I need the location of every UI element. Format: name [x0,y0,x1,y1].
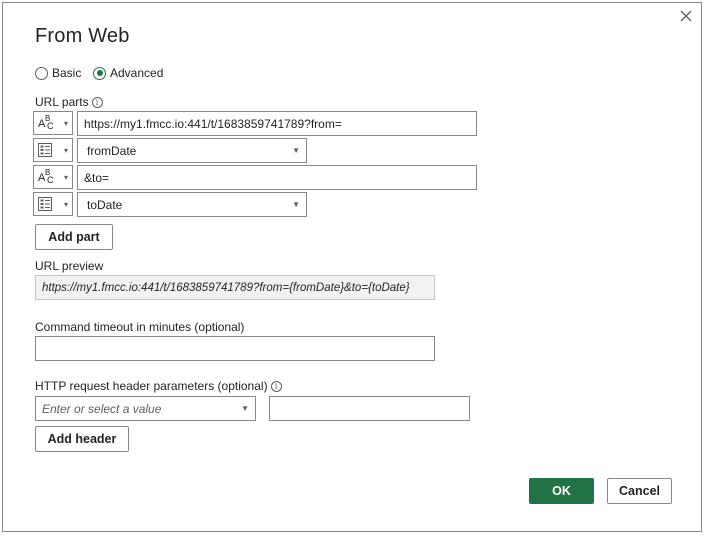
parameter-type-icon [38,197,52,211]
info-icon[interactable]: i [91,97,103,108]
header-value-input[interactable] [269,396,470,421]
chevron-down-icon: ▼ [292,200,300,209]
chevron-down-icon: ▼ [292,146,300,155]
url-part-param-select-2[interactable]: fromDate ▼ [77,138,307,163]
url-part-text-1[interactable]: https://my1.fmcc.io:441/t/1683859741789?… [77,111,477,136]
add-header-button[interactable]: Add header [35,426,129,452]
url-part-value-3: &to= [84,170,110,185]
url-part-value-2: fromDate [87,143,137,158]
chevron-down-icon: ▾ [63,145,68,155]
http-headers-label: HTTP request header parameters (optional… [35,379,268,393]
url-part-value-1: https://my1.fmcc.io:441/t/1683859741789?… [84,116,342,131]
close-icon[interactable] [679,9,695,25]
parameter-type-icon [38,143,52,157]
radio-basic-label: Basic [52,66,82,80]
url-part-text-3[interactable]: &to= [77,165,477,190]
info-icon[interactable]: i [270,381,282,392]
radio-advanced-circle[interactable] [93,66,106,80]
from-web-dialog: From Web Basic Advanced URL parts i A B C… [2,2,702,532]
radio-basic[interactable]: Basic [35,66,81,80]
url-preview-label: URL preview [35,259,104,273]
part-type-dropdown-2[interactable]: ▾ [33,138,73,162]
text-type-icon: A B C [38,168,54,185]
timeout-input[interactable] [35,336,435,361]
part-type-dropdown-1[interactable]: A B C ▾ [33,111,73,135]
radio-advanced-label: Advanced [110,66,164,80]
http-headers-heading: HTTP request header parameters (optional… [35,379,282,393]
chevron-down-icon: ▾ [63,199,68,209]
radio-basic-circle[interactable] [35,66,48,80]
add-part-button[interactable]: Add part [35,224,113,250]
timeout-label: Command timeout in minutes (optional) [35,320,245,334]
url-preview-value: https://my1.fmcc.io:441/t/1683859741789?… [35,275,435,300]
url-part-value-4: toDate [87,197,123,212]
url-parts-label: URL parts [35,95,89,109]
text-type-icon: A B C [38,114,54,131]
part-type-dropdown-4[interactable]: ▾ [33,192,73,216]
header-key-select[interactable]: Enter or select a value ▼ [35,396,256,421]
chevron-down-icon: ▼ [241,404,249,413]
radio-advanced[interactable]: Advanced [93,66,163,80]
url-parts-heading: URL parts i [35,95,103,109]
chevron-down-icon: ▾ [63,172,68,182]
part-type-dropdown-3[interactable]: A B C ▾ [33,165,73,189]
cancel-button[interactable]: Cancel [607,478,672,504]
url-part-param-select-4[interactable]: toDate ▼ [77,192,307,217]
header-key-placeholder: Enter or select a value [42,401,162,416]
ok-button[interactable]: OK [529,478,594,504]
chevron-down-icon: ▾ [63,118,68,128]
dialog-title: From Web [35,25,130,47]
